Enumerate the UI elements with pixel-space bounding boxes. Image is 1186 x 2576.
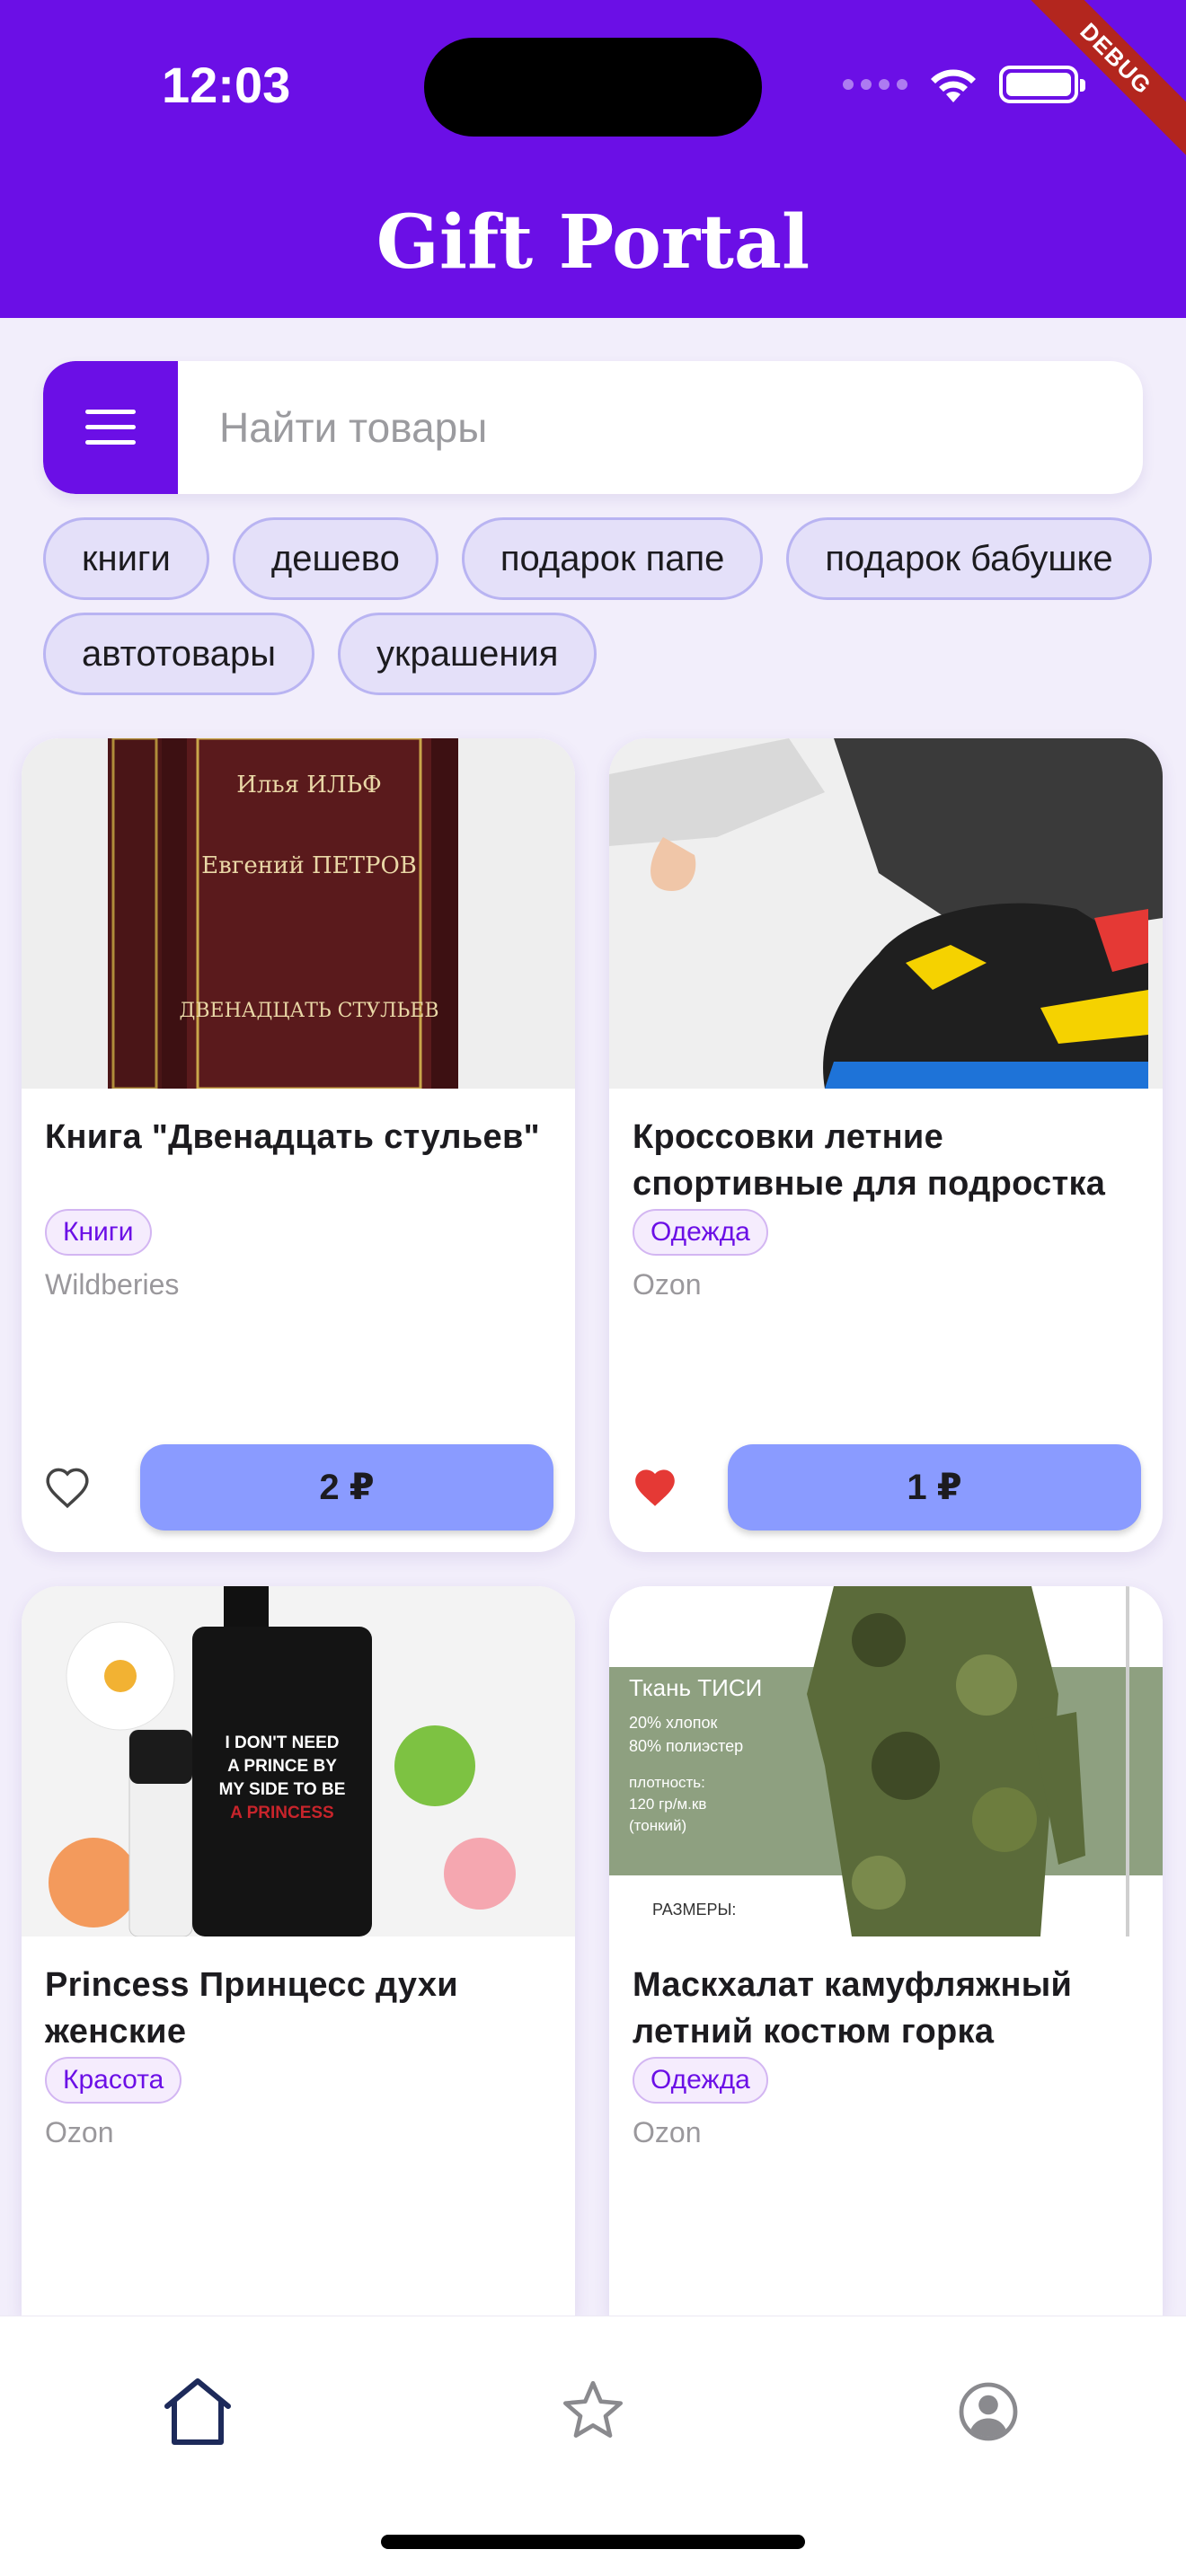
nav-profile[interactable] <box>934 2358 1042 2466</box>
heart-filled-icon <box>635 1469 675 1506</box>
fabric-label-4: плотность: <box>629 1774 705 1791</box>
camo-suit-illustration: Ткань ТИСИ 20% хлопок 80% полиэстер плот… <box>609 1586 1163 1936</box>
wifi-icon <box>931 69 976 102</box>
product-image: I DON'T NEED A PRINCE BY MY SIDE TO BE A… <box>22 1586 575 1936</box>
book-author-2: Евгений ПЕТРОВ <box>201 852 417 879</box>
fabric-label-6: (тонкий) <box>629 1817 686 1834</box>
battery-icon <box>999 66 1085 103</box>
home-icon <box>164 2378 231 2445</box>
store-name: Wildberies <box>45 1268 180 1301</box>
chip-jewelry[interactable]: украшения <box>338 613 597 695</box>
perfume-label-4: A PRINCESS <box>230 1804 333 1822</box>
store-name: Ozon <box>633 2116 702 2148</box>
category-badge: Одежда <box>633 1209 768 1256</box>
perfume-label-1: I DON'T NEED <box>226 1734 340 1752</box>
product-image <box>609 738 1163 1089</box>
chip-gift-grandma[interactable]: подарок бабушке <box>786 517 1152 600</box>
product-card[interactable]: I DON'T NEED A PRINCE BY MY SIDE TO BE A… <box>22 1586 575 2316</box>
product-image: Ткань ТИСИ 20% хлопок 80% полиэстер плот… <box>609 1586 1163 1936</box>
app-header: 12:03 DEBUG Gift Portal <box>0 0 1186 318</box>
product-title: Princess Принцесс духи женские <box>45 1966 458 2051</box>
search-bar <box>43 361 1143 494</box>
price-button[interactable]: 2 ₽ <box>140 1444 553 1531</box>
nav-favorites[interactable] <box>539 2358 647 2466</box>
book-title-text: ДВЕНАДЦАТЬ СТУЛЬЕВ <box>180 1000 439 1022</box>
product-image: Илья ИЛЬФ Евгений ПЕТРОВ ДВЕНАДЦАТЬ СТУЛ… <box>22 738 575 1089</box>
heart-outline-icon <box>46 1468 89 1509</box>
menu-button[interactable] <box>43 361 178 494</box>
status-time: 12:03 <box>162 57 291 113</box>
book-author-1: Илья ИЛЬФ <box>236 772 381 798</box>
favorite-button[interactable] <box>43 1444 115 1531</box>
store-name: Ozon <box>633 1268 702 1301</box>
perfume-label-3: MY SIDE TO BE <box>219 1780 346 1799</box>
tag-chips: книги дешево подарок папе подарок бабушк… <box>43 517 1157 708</box>
chip-auto[interactable]: автотовары <box>43 613 315 695</box>
menu-icon <box>85 410 136 445</box>
favorite-button[interactable] <box>631 1444 703 1531</box>
perfume-label-2: A PRINCE BY <box>227 1757 337 1776</box>
fabric-label-5: 120 гр/м.кв <box>629 1795 706 1813</box>
status-icons <box>843 65 1085 104</box>
dynamic-island <box>424 38 762 137</box>
chip-cheap[interactable]: дешево <box>232 517 438 600</box>
product-title: Маскхалат камуфляжный летний костюм горк… <box>633 1966 1073 2051</box>
category-badge: Книги <box>45 1209 152 1256</box>
fabric-label-1: Ткань ТИСИ <box>629 1674 762 1701</box>
product-title: Книга "Двенадцать стульев" <box>45 1118 540 1156</box>
product-title: Кроссовки летние спортивные для подростк… <box>633 1118 1106 1203</box>
store-name: Ozon <box>45 2116 114 2148</box>
category-badge: Одежда <box>633 2057 768 2104</box>
sneaker-illustration <box>609 738 1163 1089</box>
chip-books[interactable]: книги <box>43 517 209 600</box>
product-card[interactable]: Кроссовки летние спортивные для подростк… <box>609 738 1163 1552</box>
nav-home[interactable] <box>144 2358 252 2466</box>
chip-gift-dad[interactable]: подарок папе <box>461 517 764 600</box>
star-icon <box>563 2381 623 2438</box>
home-indicator <box>381 2535 805 2549</box>
perfume-illustration: I DON'T NEED A PRINCE BY MY SIDE TO BE A… <box>22 1586 575 1936</box>
category-badge: Красота <box>45 2057 182 2104</box>
fabric-label-3: 80% полиэстер <box>629 1737 743 1755</box>
fabric-label-2: 20% хлопок <box>629 1714 718 1732</box>
search-input[interactable] <box>178 361 1143 494</box>
book-illustration: Илья ИЛЬФ Евгений ПЕТРОВ ДВЕНАДЦАТЬ СТУЛ… <box>108 738 458 1089</box>
signal-icon <box>843 79 907 90</box>
fabric-label-7: РАЗМЕРЫ: <box>652 1901 736 1919</box>
product-card[interactable]: Илья ИЛЬФ Евгений ПЕТРОВ ДВЕНАДЦАТЬ СТУЛ… <box>22 738 575 1552</box>
price-button[interactable]: 1 ₽ <box>728 1444 1141 1531</box>
account-icon <box>959 2382 1018 2441</box>
app-title: Gift Portal <box>376 199 810 286</box>
product-card[interactable]: Ткань ТИСИ 20% хлопок 80% полиэстер плот… <box>609 1586 1163 2316</box>
